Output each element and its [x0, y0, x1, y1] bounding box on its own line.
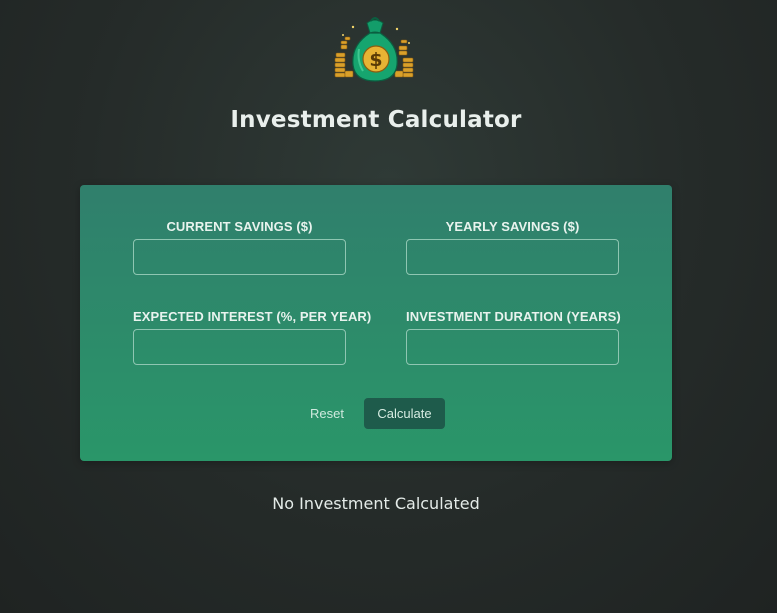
reset-button[interactable]: Reset [304, 398, 350, 428]
page-title: Investment Calculator [230, 107, 522, 133]
yearly-savings-input[interactable] [406, 239, 619, 275]
expected-interest-input[interactable] [133, 329, 346, 365]
current-savings-label: CURRENT SAVINGS ($) [166, 219, 313, 234]
calculate-button[interactable]: Calculate [364, 398, 445, 429]
svg-text:$: $ [369, 49, 382, 71]
logo: $ [333, 15, 417, 85]
yearly-savings-label: YEARLY SAVINGS ($) [445, 219, 580, 234]
calculator-form: CURRENT SAVINGS ($) YEARLY SAVINGS ($) E… [80, 185, 672, 461]
investment-duration-label: INVESTMENT DURATION (YEARS) [406, 309, 621, 324]
current-savings-input[interactable] [133, 239, 346, 275]
investment-duration-input[interactable] [406, 329, 619, 365]
result-message: No Investment Calculated [272, 494, 480, 513]
money-bag-icon: $ [334, 17, 414, 82]
expected-interest-label: EXPECTED INTEREST (%, PER YEAR) [133, 309, 372, 324]
